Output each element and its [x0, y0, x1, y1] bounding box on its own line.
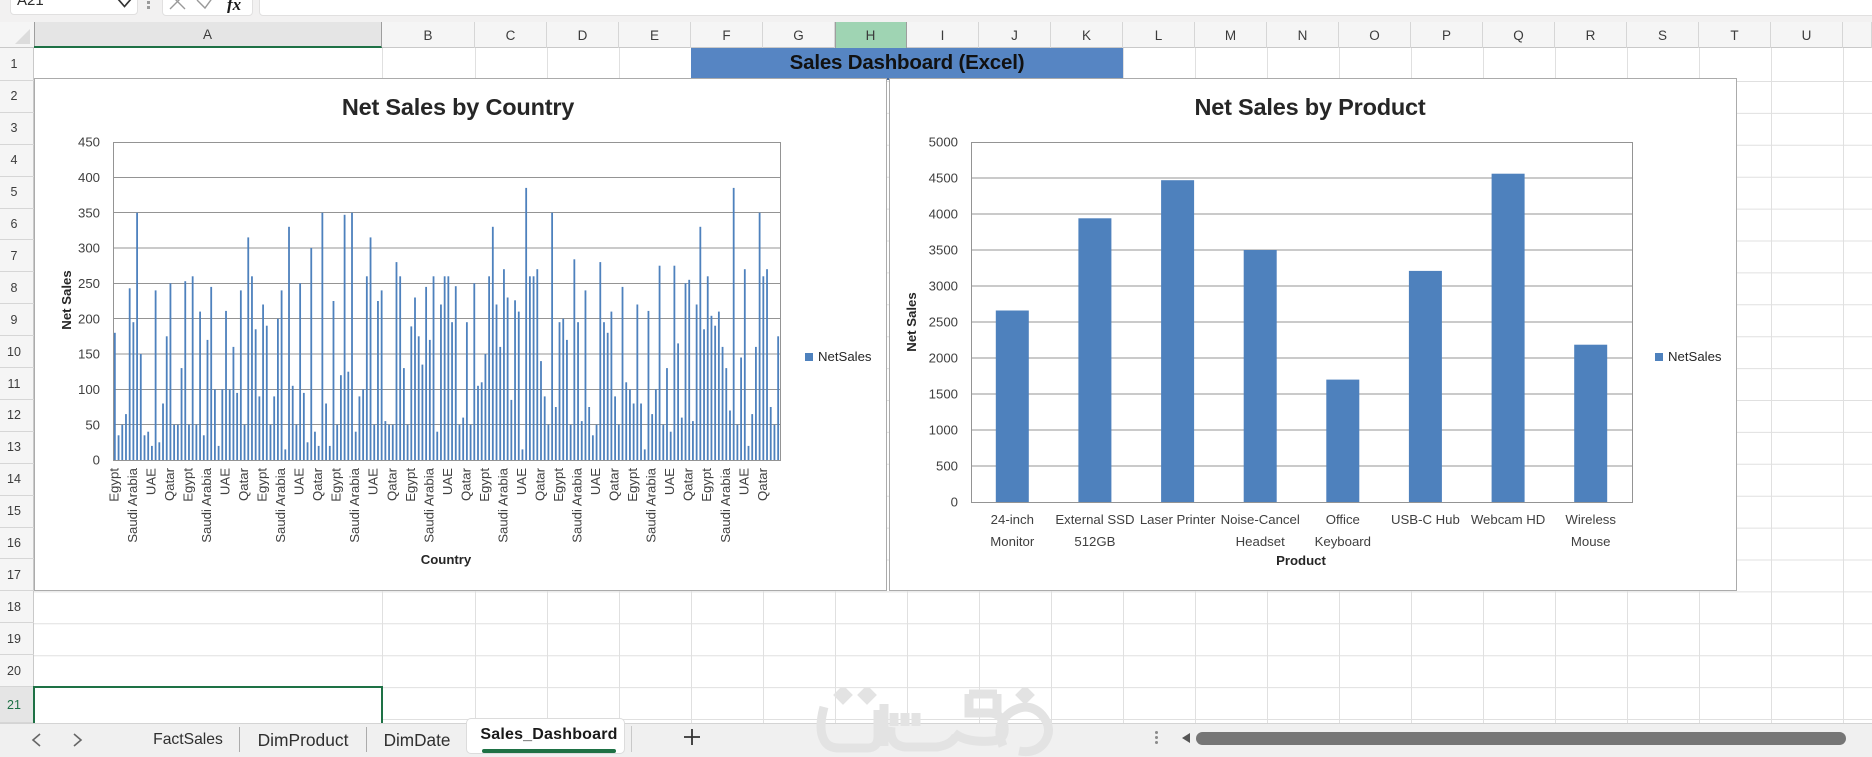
svg-text:24-inch: 24-inch — [991, 512, 1034, 527]
svg-text:Office: Office — [1326, 512, 1360, 527]
svg-text:Keyboard: Keyboard — [1315, 534, 1371, 549]
svg-text:Saudi Arabia: Saudi Arabia — [495, 467, 510, 542]
svg-text:UAE: UAE — [736, 468, 751, 495]
svg-text:UAE: UAE — [292, 468, 307, 495]
svg-text:Egypt: Egypt — [477, 468, 492, 502]
svg-text:400: 400 — [78, 170, 100, 185]
svg-text:Qatar: Qatar — [458, 467, 473, 501]
svg-text:100: 100 — [78, 382, 100, 397]
svg-text:Monitor: Monitor — [990, 534, 1035, 549]
svg-text:UAE: UAE — [588, 468, 603, 495]
svg-text:Net Sales by Product: Net Sales by Product — [1194, 94, 1425, 120]
svg-text:350: 350 — [78, 205, 100, 220]
svg-text:0: 0 — [951, 495, 958, 510]
svg-text:UAE: UAE — [143, 468, 158, 495]
svg-text:Saudi Arabia: Saudi Arabia — [718, 467, 733, 542]
svg-text:USB-C Hub: USB-C Hub — [1391, 512, 1460, 527]
svg-text:Egypt: Egypt — [551, 468, 566, 502]
svg-text:0: 0 — [93, 453, 100, 468]
svg-text:512GB: 512GB — [1074, 534, 1115, 549]
svg-text:External SSD: External SSD — [1055, 512, 1134, 527]
svg-text:Egypt: Egypt — [329, 468, 344, 502]
svg-text:Egypt: Egypt — [403, 468, 418, 502]
svg-text:Saudi Arabia: Saudi Arabia — [347, 467, 362, 542]
svg-text:Saudi Arabia: Saudi Arabia — [125, 467, 140, 542]
svg-text:300: 300 — [78, 241, 100, 256]
svg-text:150: 150 — [78, 347, 100, 362]
svg-text:1000: 1000 — [929, 423, 958, 438]
svg-text:Egypt: Egypt — [255, 468, 270, 502]
svg-text:Egypt: Egypt — [180, 468, 195, 502]
svg-text:Saudi Arabia: Saudi Arabia — [273, 467, 288, 542]
svg-text:Country: Country — [421, 552, 472, 567]
svg-text:UAE: UAE — [217, 468, 232, 495]
svg-text:Net Sales: Net Sales — [904, 292, 919, 351]
svg-text:Noise-Cancel: Noise-Cancel — [1221, 512, 1300, 527]
svg-text:Product: Product — [1276, 553, 1326, 568]
svg-text:Qatar: Qatar — [236, 467, 251, 501]
svg-text:4500: 4500 — [929, 171, 958, 186]
svg-text:Laser Printer: Laser Printer — [1140, 512, 1216, 527]
svg-text:2500: 2500 — [929, 315, 958, 330]
svg-text:250: 250 — [78, 276, 100, 291]
svg-text:Saudi Arabia: Saudi Arabia — [644, 467, 659, 542]
svg-text:Qatar: Qatar — [532, 467, 547, 501]
svg-text:Saudi Arabia: Saudi Arabia — [569, 467, 584, 542]
svg-text:200: 200 — [78, 311, 100, 326]
svg-text:450: 450 — [78, 135, 100, 150]
svg-text:Qatar: Qatar — [681, 467, 696, 501]
svg-text:Mouse: Mouse — [1571, 534, 1611, 549]
svg-text:Wireless: Wireless — [1565, 512, 1616, 527]
svg-text:2000: 2000 — [929, 351, 958, 366]
svg-text:3500: 3500 — [929, 243, 958, 258]
svg-text:5000: 5000 — [929, 135, 958, 150]
svg-text:Qatar: Qatar — [310, 467, 325, 501]
svg-text:3000: 3000 — [929, 279, 958, 294]
svg-text:UAE: UAE — [440, 468, 455, 495]
svg-text:NetSales: NetSales — [818, 349, 872, 364]
svg-text:1500: 1500 — [929, 387, 958, 402]
svg-text:Saudi Arabia: Saudi Arabia — [421, 467, 436, 542]
svg-text:4000: 4000 — [929, 207, 958, 222]
svg-text:UAE: UAE — [514, 468, 529, 495]
svg-text:Webcam HD: Webcam HD — [1471, 512, 1546, 527]
svg-text:Headset: Headset — [1236, 534, 1285, 549]
svg-text:Egypt: Egypt — [699, 468, 714, 502]
svg-text:50: 50 — [85, 417, 100, 432]
svg-text:Egypt: Egypt — [106, 468, 121, 502]
svg-text:Qatar: Qatar — [755, 467, 770, 501]
svg-text:Qatar: Qatar — [607, 467, 622, 501]
svg-text:Net Sales by Country: Net Sales by Country — [342, 94, 574, 120]
svg-text:NetSales: NetSales — [1668, 349, 1722, 364]
svg-text:Net Sales: Net Sales — [59, 270, 74, 329]
svg-text:UAE: UAE — [366, 468, 381, 495]
svg-text:Saudi Arabia: Saudi Arabia — [199, 467, 214, 542]
svg-text:UAE: UAE — [662, 468, 677, 495]
svg-text:Qatar: Qatar — [162, 467, 177, 501]
svg-text:Qatar: Qatar — [384, 467, 399, 501]
svg-text:fx: fx — [227, 0, 242, 13]
svg-text:Egypt: Egypt — [625, 468, 640, 502]
svg-text:500: 500 — [936, 459, 958, 474]
